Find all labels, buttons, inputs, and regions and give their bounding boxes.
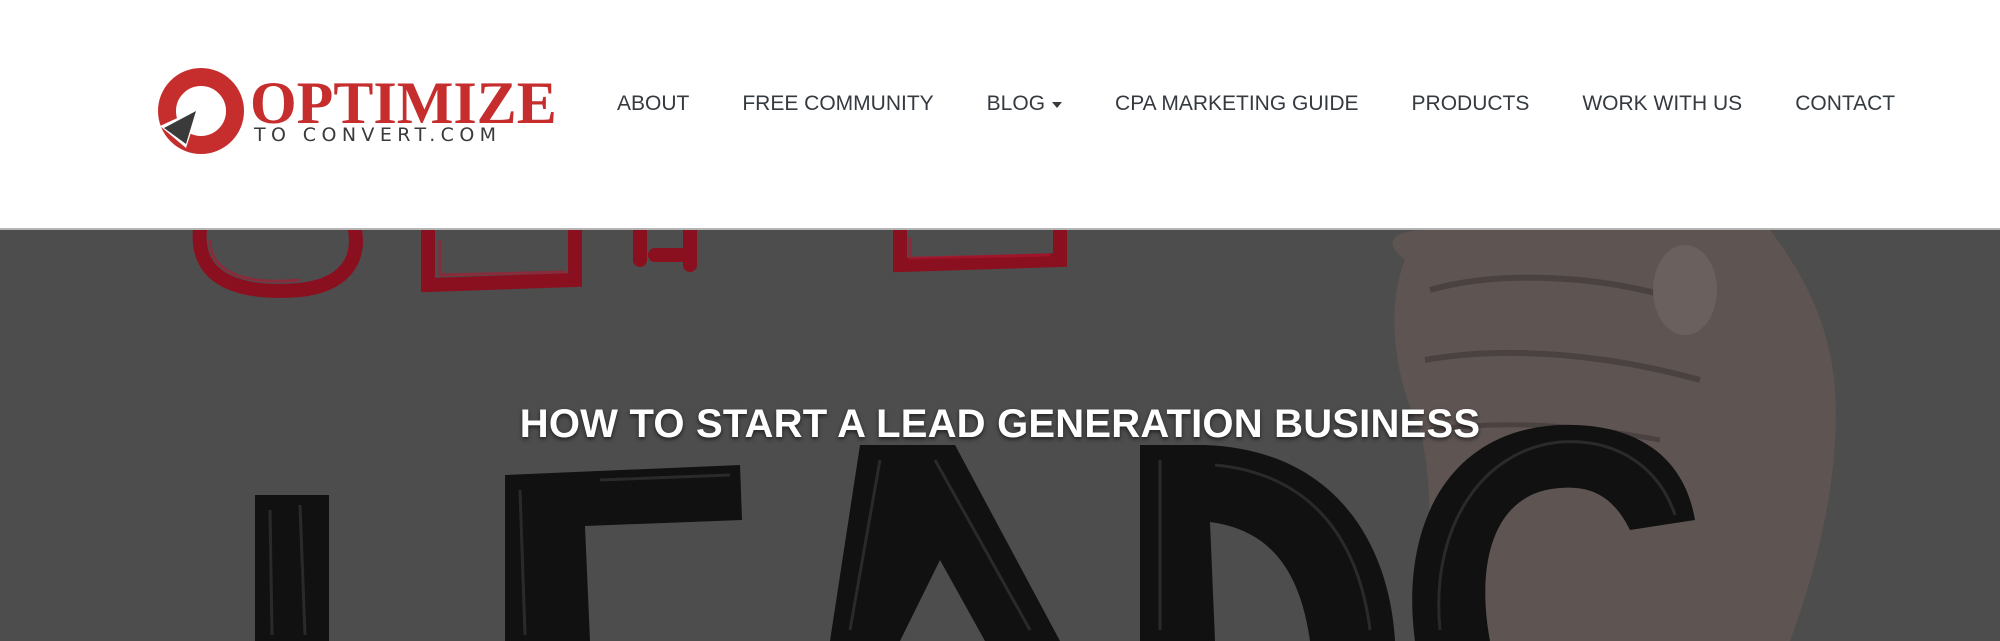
logo-subtitle: TO CONVERT.COM <box>254 124 502 146</box>
nav-work-with-us[interactable]: WORK WITH US <box>1582 92 1742 116</box>
nav-blog-label: BLOG <box>986 92 1046 115</box>
hero-banner: HOW TO START A LEAD GENERATION BUSINESS <box>0 230 2000 641</box>
hero-title: HOW TO START A LEAD GENERATION BUSINESS <box>519 402 1481 446</box>
logo-target-icon <box>158 68 244 154</box>
nav-blog[interactable]: BLOG <box>986 92 1063 116</box>
nav-free-community[interactable]: FREE COMMUNITY <box>742 92 933 116</box>
main-navigation: ABOUT FREE COMMUNITY BLOG CPA MARKETING … <box>617 92 1895 116</box>
nav-about[interactable]: ABOUT <box>617 92 689 116</box>
site-logo[interactable]: OPTIMIZE TO CONVERT.COM <box>156 66 557 166</box>
chevron-down-icon <box>1052 102 1063 108</box>
nav-cpa-marketing-guide[interactable]: CPA MARKETING GUIDE <box>1115 92 1358 116</box>
nav-contact[interactable]: CONTACT <box>1795 92 1895 116</box>
site-header: OPTIMIZE TO CONVERT.COM ABOUT FREE COMMU… <box>0 0 2000 230</box>
nav-products[interactable]: PRODUCTS <box>1412 92 1530 116</box>
